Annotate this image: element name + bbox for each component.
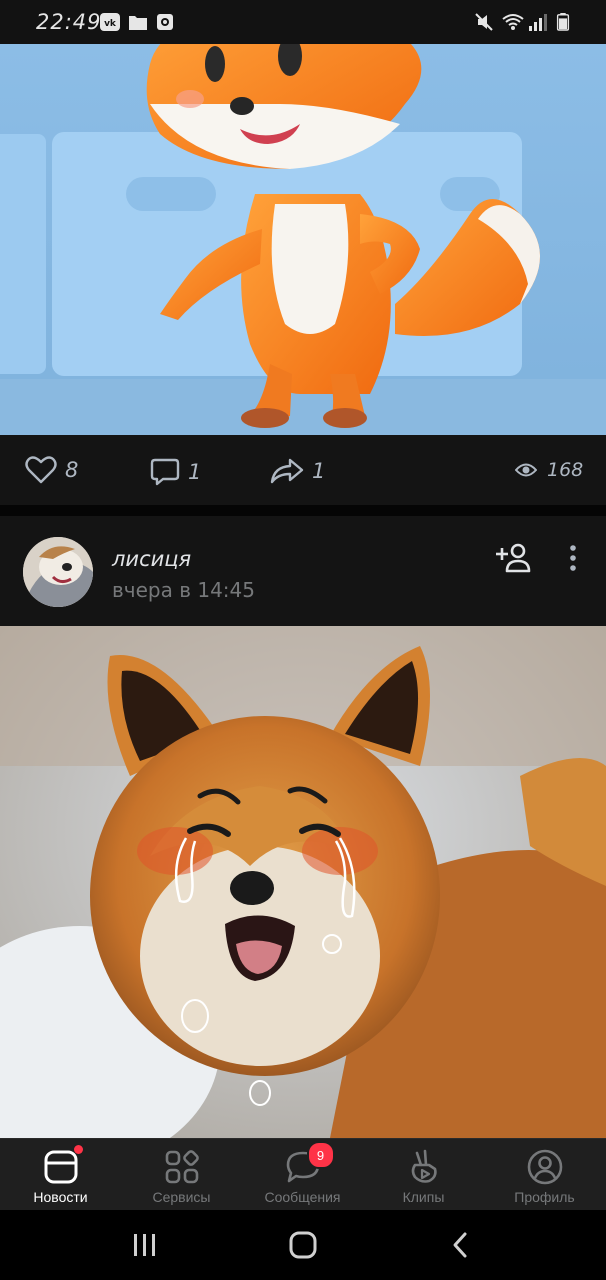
fox-photo <box>0 626 606 1138</box>
tab-label: Новости <box>33 1189 88 1205</box>
comment-button[interactable]: 1 <box>150 457 201 487</box>
post-separator <box>0 505 606 516</box>
comment-icon <box>150 458 180 486</box>
tab-label: Сервисы <box>152 1189 211 1205</box>
mute-icon <box>475 13 493 31</box>
comment-count: 1 <box>188 460 202 484</box>
status-bar: 22:49 vk <box>0 0 606 44</box>
services-icon <box>165 1150 199 1184</box>
like-count: 8 <box>65 458 79 482</box>
avatar[interactable] <box>23 537 93 607</box>
news-badge-dot <box>73 1145 83 1154</box>
battery-icon <box>556 13 570 31</box>
folder-icon <box>129 16 147 30</box>
back-icon[interactable] <box>448 1231 472 1259</box>
signal-icon <box>529 14 547 31</box>
heart-icon <box>25 456 57 484</box>
post-image-crying-fox[interactable] <box>0 626 606 1138</box>
post-timestamp: вчера в 14:45 <box>112 578 255 602</box>
post-author-name[interactable]: лисиця <box>112 547 191 571</box>
tab-profile[interactable]: Профиль <box>484 1139 605 1211</box>
status-time: 22:49 <box>36 10 102 34</box>
views-count: 168 <box>547 459 584 481</box>
system-navigation-bar <box>0 1210 606 1280</box>
add-friend-icon[interactable] <box>494 543 532 573</box>
vk-icon: vk <box>100 13 120 31</box>
tab-label: Профиль <box>514 1189 575 1205</box>
tab-label: Клипы <box>402 1189 445 1205</box>
tab-label: Сообщения <box>264 1189 341 1205</box>
bottom-tab-bar: Новости Сервисы 9 Сообщения Клипы Профил… <box>0 1138 606 1211</box>
clips-icon <box>411 1149 437 1183</box>
cartoon-fox-illustration <box>0 44 606 435</box>
avatar-dog-image <box>23 537 93 607</box>
news-icon <box>44 1150 77 1184</box>
share-count: 1 <box>312 459 326 483</box>
post-actions-bar: 8 1 1 168 <box>0 435 606 505</box>
messages-badge: 9 <box>306 1141 335 1169</box>
share-icon <box>270 458 304 484</box>
post-image-cartoon-fox[interactable] <box>0 44 606 435</box>
eye-icon <box>515 463 537 477</box>
like-button[interactable]: 8 <box>25 455 78 485</box>
svg-text:vk: vk <box>104 19 117 29</box>
home-icon[interactable] <box>288 1230 318 1260</box>
profile-icon <box>527 1149 562 1185</box>
recent-apps-icon[interactable] <box>131 1232 159 1258</box>
more-options-icon[interactable] <box>566 544 580 572</box>
tab-clips[interactable]: Клипы <box>363 1139 484 1211</box>
tab-services[interactable]: Сервисы <box>121 1139 242 1211</box>
views-counter: 168 <box>515 459 583 481</box>
tab-messages[interactable]: 9 Сообщения <box>242 1139 363 1211</box>
share-button[interactable]: 1 <box>270 457 325 485</box>
wifi-icon <box>502 14 524 30</box>
tab-news[interactable]: Новости <box>0 1139 121 1211</box>
screenshot-icon <box>157 14 173 30</box>
